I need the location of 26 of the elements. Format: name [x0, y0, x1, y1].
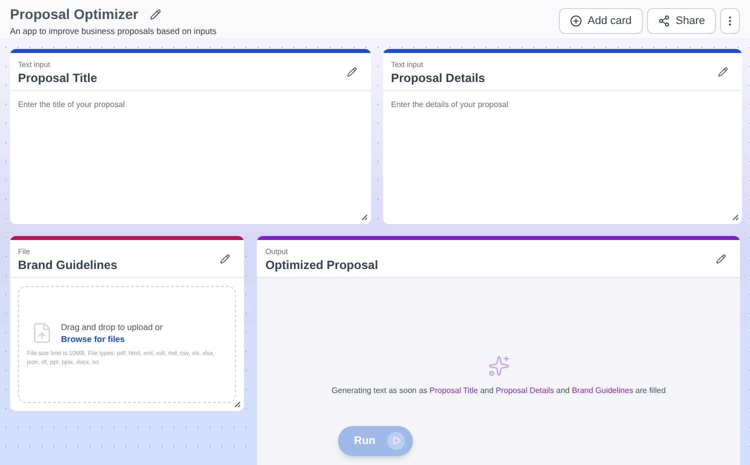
file-upload-icon: [31, 322, 53, 344]
text-area[interactable]: Enter the details of your proposal: [383, 91, 742, 224]
edit-icon[interactable]: [150, 9, 162, 20]
play-icon: [387, 432, 406, 450]
edit-icon[interactable]: [347, 66, 357, 77]
card-title: Brand Guidelines: [18, 257, 118, 273]
output-status-text: Generating text as soon as Proposal Title and Proposal Details and Brand Guidelines are filled: [332, 385, 666, 397]
resize-handle-icon[interactable]: [361, 214, 368, 221]
plus-icon: [570, 15, 582, 27]
resize-handle-icon[interactable]: [234, 400, 242, 408]
resize-handle-icon[interactable]: [732, 214, 739, 221]
app-subtitle: An app to improve business proposals based on inputs: [10, 25, 216, 38]
sparkle-icon: [488, 355, 510, 377]
card-title: Proposal Details: [391, 70, 486, 86]
app-title: Proposal Optimizer: [10, 5, 138, 24]
share-button[interactable]: Share: [646, 8, 716, 34]
text-area[interactable]: Enter the title of your proposal: [10, 91, 371, 224]
drop-text: Drag and drop to upload or: [61, 320, 163, 334]
edit-icon[interactable]: [220, 254, 230, 264]
edit-icon[interactable]: [718, 66, 728, 77]
card-title: Optimized Proposal: [265, 257, 378, 273]
add-card-button[interactable]: Add card: [558, 8, 643, 34]
edit-icon[interactable]: [716, 254, 726, 264]
card-title: Proposal Title: [18, 70, 98, 86]
share-icon: [658, 15, 670, 27]
browse-link[interactable]: Browse for files: [61, 333, 163, 346]
